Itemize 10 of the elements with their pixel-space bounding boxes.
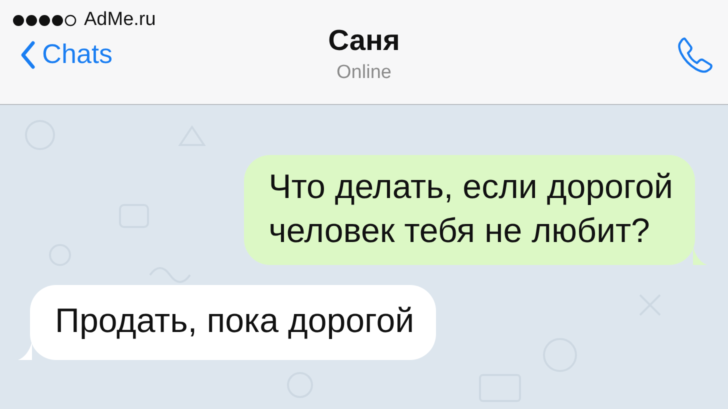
contact-status: Online	[336, 62, 392, 84]
call-button[interactable]	[676, 36, 714, 74]
phone-icon	[676, 36, 714, 74]
signal-icon	[12, 14, 78, 26]
back-button[interactable]: Chats	[0, 38, 119, 71]
bubble-tail	[693, 247, 707, 265]
chevron-left-icon	[20, 40, 36, 70]
carrier-name: AdMe.ru	[84, 9, 156, 31]
bubble-tail	[18, 342, 32, 360]
contact-name: Саня	[328, 25, 400, 58]
